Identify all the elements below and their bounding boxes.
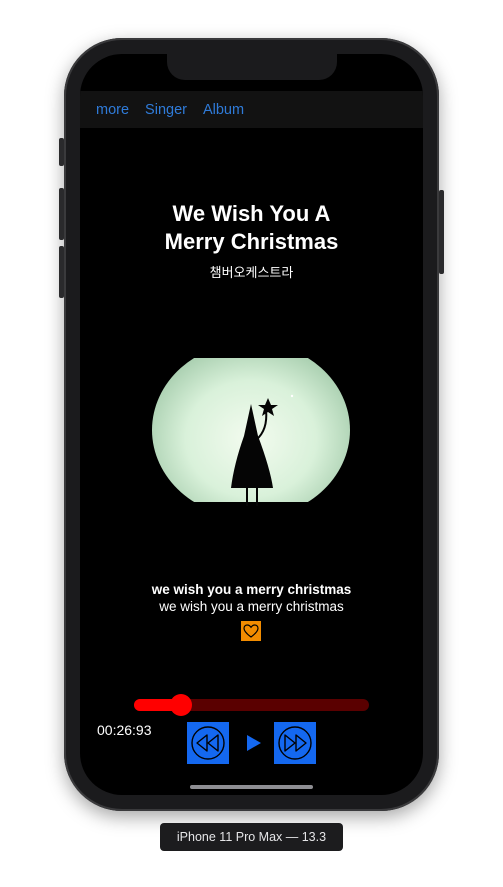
nav-more-link[interactable]: more <box>96 102 129 118</box>
song-title-line-2: Merry Christmas <box>164 229 339 254</box>
home-indicator[interactable] <box>190 785 313 789</box>
album-cover <box>152 358 350 508</box>
progress-slider[interactable] <box>134 694 369 716</box>
elapsed-time: 00:26:93 <box>97 722 152 738</box>
artist-name: 챔버오케스트라 <box>209 265 294 280</box>
play-button[interactable] <box>245 733 263 753</box>
rewind-button[interactable] <box>187 722 229 764</box>
play-icon <box>247 735 261 751</box>
rewind-icon <box>191 726 225 760</box>
volume-up-button <box>59 188 64 240</box>
nav-album-link[interactable]: Album <box>203 102 244 118</box>
progress-slider-thumb[interactable] <box>170 694 192 716</box>
lyric-next-line: we wish you a merry christmas <box>159 599 344 614</box>
nav-singer-link[interactable]: Singer <box>145 102 187 118</box>
like-button[interactable] <box>241 621 261 641</box>
power-button <box>439 190 444 274</box>
silent-switch <box>59 138 64 166</box>
song-title-line-1: We Wish You A <box>172 201 331 226</box>
fast-forward-button[interactable] <box>274 722 316 764</box>
device-caption: iPhone 11 Pro Max — 13.3 <box>160 823 343 851</box>
lyric-current-line: we wish you a merry christmas <box>151 582 352 597</box>
album-cover-art <box>152 358 350 508</box>
fast-forward-icon <box>278 726 312 760</box>
heart-icon <box>243 624 259 638</box>
volume-down-button <box>59 246 64 298</box>
notch <box>167 54 337 80</box>
app-screen: more Singer Album We Wish You A Merry Ch… <box>80 54 423 795</box>
top-navbar: more Singer Album <box>80 91 423 128</box>
